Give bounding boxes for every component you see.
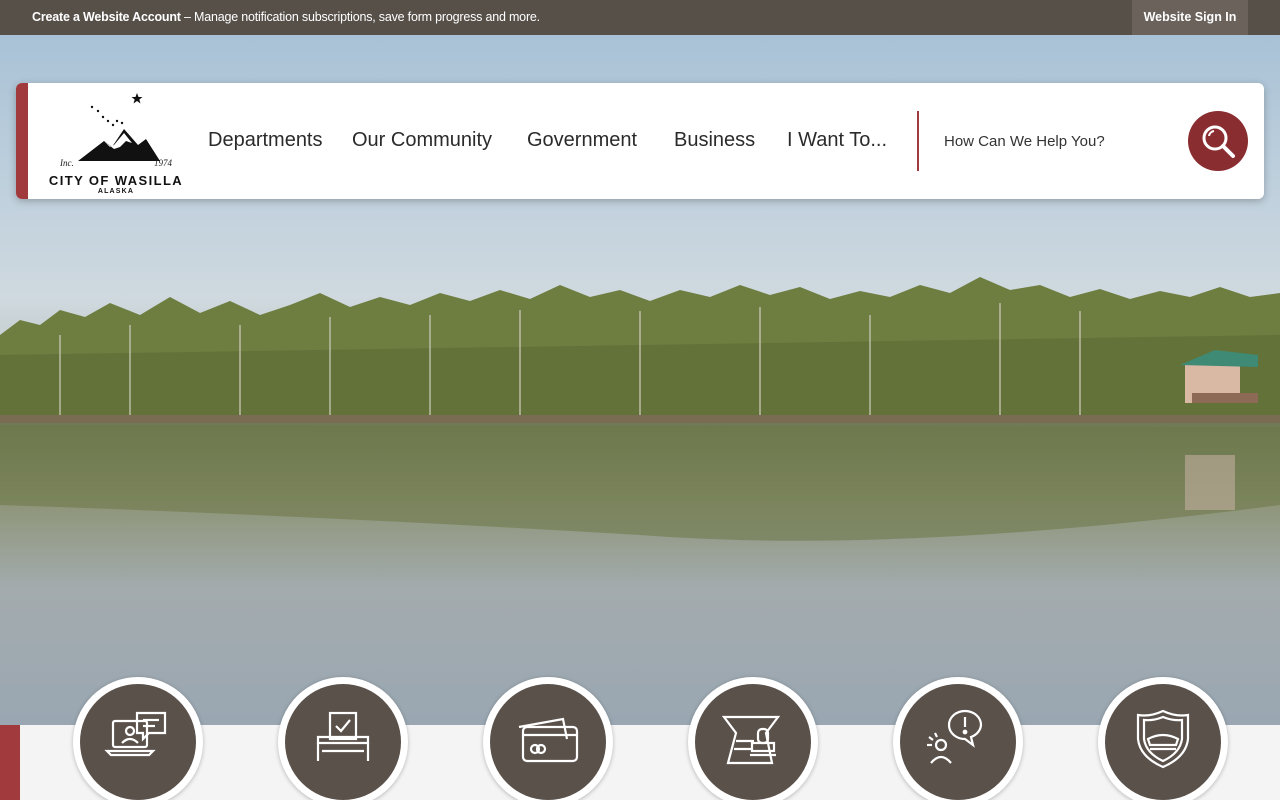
search-button[interactable] xyxy=(1188,111,1248,171)
logo-state-name: ALASKA xyxy=(97,188,135,195)
logo-year-text: 1974 xyxy=(154,158,172,168)
quick-link-voting[interactable] xyxy=(278,677,408,800)
nav-our-community[interactable]: Our Community xyxy=(352,129,492,152)
search-input[interactable] xyxy=(934,123,1174,159)
search-icon xyxy=(1202,125,1235,158)
nav-government[interactable]: Government xyxy=(527,129,637,152)
voting-icon xyxy=(316,711,370,761)
strip-accent-bar xyxy=(0,725,20,800)
create-account-link[interactable]: Create a Website Account xyxy=(32,10,181,24)
quick-link-permits[interactable] xyxy=(688,677,818,800)
payment-card-icon xyxy=(518,717,579,763)
quick-link-online-services[interactable] xyxy=(73,677,203,800)
logo-city-name: CITY OF WASILLA xyxy=(48,173,184,188)
main-header: Inc. 1974 CITY OF WASILLA ALASKA Departm… xyxy=(16,83,1264,199)
nav-i-want-to[interactable]: I Want To... xyxy=(787,129,887,152)
police-badge-icon xyxy=(1136,709,1190,769)
logo-inc-text: Inc. xyxy=(60,158,74,168)
quick-link-police[interactable] xyxy=(1098,677,1228,800)
city-logo[interactable]: Inc. 1974 CITY OF WASILLA ALASKA xyxy=(42,91,192,195)
report-issue-icon xyxy=(927,709,983,764)
nav-business[interactable]: Business xyxy=(674,129,755,152)
website-sign-in-button[interactable]: Website Sign In xyxy=(1132,0,1248,35)
quick-link-report-issue[interactable] xyxy=(893,677,1023,800)
quick-link-payments[interactable] xyxy=(483,677,613,800)
top-utility-bar: Create a Website Account – Manage notifi… xyxy=(0,0,1280,35)
permit-stamp-icon xyxy=(721,715,781,765)
create-account-description: – Manage notification subscriptions, sav… xyxy=(180,10,540,24)
create-account-message[interactable]: Create a Website Account – Manage notifi… xyxy=(32,10,540,24)
online-services-icon xyxy=(104,711,167,757)
nav-departments[interactable]: Departments xyxy=(208,129,323,152)
nav-search-divider xyxy=(917,111,919,171)
header-accent-bar xyxy=(16,83,28,199)
